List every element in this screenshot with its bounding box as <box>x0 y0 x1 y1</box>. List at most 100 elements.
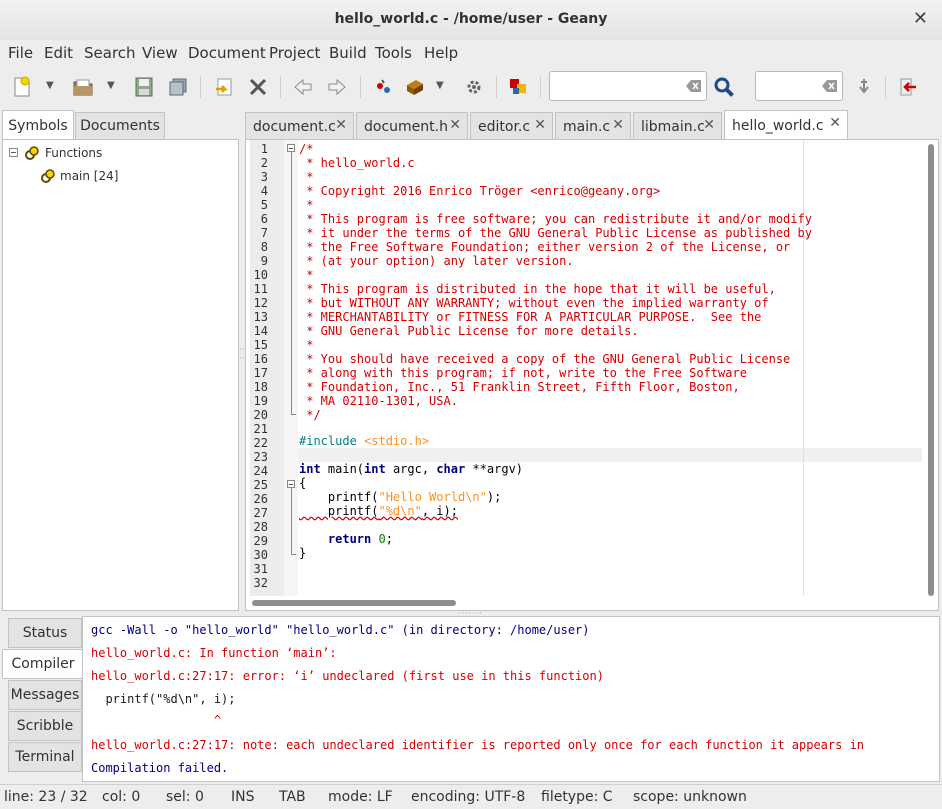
comment-line: * <box>299 338 314 352</box>
tab-close-icon[interactable]: ✕ <box>612 117 624 133</box>
tab-close-icon[interactable]: ✕ <box>829 115 841 131</box>
tab-messages[interactable]: Messages <box>8 680 82 710</box>
forward-icon[interactable] <box>324 74 350 100</box>
code-line-24: int main(int argc, char **argv) <box>299 462 523 476</box>
tab-label: document.h <box>364 118 448 135</box>
menu-search[interactable]: Search <box>84 44 136 62</box>
code-text: argc, <box>385 462 437 476</box>
code-text: printf( <box>299 504 379 518</box>
window-title: hello_world.c - /home/user - Geany <box>334 11 608 27</box>
tab-document-h[interactable]: document.h ✕ <box>356 112 468 140</box>
menu-build[interactable]: Build <box>329 44 367 62</box>
menu-view[interactable]: View <box>142 44 178 62</box>
search-input[interactable] <box>550 72 706 100</box>
keyword: int <box>364 462 386 476</box>
tab-status[interactable]: Status <box>8 618 82 648</box>
menu-tools[interactable]: Tools <box>375 44 412 62</box>
status-encoding: encoding: UTF-8 <box>411 789 526 805</box>
open-dropdown-icon[interactable]: ▼ <box>107 80 115 91</box>
line-number: 25 <box>253 478 268 492</box>
compiler-error[interactable]: hello_world.c:27:17: error: ‘i’ undeclar… <box>91 669 604 683</box>
tab-compiler[interactable]: Compiler <box>2 649 83 679</box>
new-dropdown-icon[interactable]: ▼ <box>46 80 54 91</box>
tab-close-icon[interactable]: ✕ <box>703 117 715 133</box>
tab-close-icon[interactable]: ✕ <box>534 117 546 133</box>
line-number: 14 <box>253 324 268 338</box>
horizontal-scrollbar[interactable] <box>252 600 456 606</box>
tab-label: libmain.c <box>641 118 705 135</box>
tab-main-c[interactable]: main.c ✕ <box>555 112 631 140</box>
tab-document-c[interactable]: document.c ✕ <box>245 112 354 140</box>
menu-file[interactable]: File <box>8 44 33 62</box>
fold-toggle-icon[interactable] <box>287 144 295 152</box>
goto-line-icon[interactable] <box>851 74 877 100</box>
status-eol-mode: mode: LF <box>328 789 393 805</box>
function-group-icon <box>25 146 39 160</box>
tab-editor-c[interactable]: editor.c ✕ <box>470 112 553 140</box>
line-number: 26 <box>253 492 268 506</box>
compiler-caret[interactable]: ^ <box>91 713 221 727</box>
line-number: 21 <box>253 422 268 436</box>
status-sel: sel: 0 <box>166 789 204 805</box>
status-insert-mode: INS <box>231 789 255 805</box>
status-scope: scope: unknown <box>633 789 747 805</box>
search-clear-icon[interactable] <box>686 79 702 93</box>
function-icon <box>41 169 55 183</box>
compiler-note[interactable]: hello_world.c:27:17: note: each undeclar… <box>91 738 864 752</box>
tree-item-main[interactable]: main [24] <box>60 169 118 183</box>
back-icon[interactable] <box>290 74 316 100</box>
keyword: char <box>436 462 466 476</box>
line-number: 16 <box>253 352 268 366</box>
line-number: 13 <box>253 310 268 324</box>
quit-icon[interactable] <box>895 74 921 100</box>
menu-help[interactable]: Help <box>424 44 458 62</box>
comment-line: * but WITHOUT ANY WARRANTY; without even… <box>299 296 769 310</box>
save-all-icon[interactable] <box>165 74 191 100</box>
vertical-scrollbar[interactable] <box>928 144 934 596</box>
line-number: 30 <box>253 548 268 562</box>
tab-documents[interactable]: Documents <box>75 112 165 140</box>
execute-icon[interactable] <box>461 74 487 100</box>
color-chooser-icon[interactable] <box>505 74 531 100</box>
tree-collapse-icon[interactable] <box>9 148 18 157</box>
compiler-message[interactable]: gcc -Wall -o "hello_world" "hello_world.… <box>91 623 590 637</box>
tab-libmain-c[interactable]: libmain.c ✕ <box>633 112 722 140</box>
compiler-message[interactable]: hello_world.c: In function ‘main’: <box>91 646 337 660</box>
code-line-26: printf("Hello World\n"); <box>299 490 501 504</box>
comment-line: * MA 02110-1301, USA. <box>299 394 458 408</box>
tab-close-icon[interactable]: ✕ <box>449 117 461 133</box>
window-close-icon[interactable]: ✕ <box>913 9 928 29</box>
compiler-source-line[interactable]: printf("%d\n", i); <box>91 692 235 706</box>
goto-clear-icon[interactable] <box>822 79 838 93</box>
keyword: return <box>327 532 372 546</box>
close-icon[interactable] <box>245 74 271 100</box>
compiler-result[interactable]: Compilation failed. <box>91 761 228 775</box>
comment-line: * Foundation, Inc., 51 Franklin Street, … <box>299 380 740 394</box>
comment-line: * You should have received a copy of the… <box>299 352 791 366</box>
build-dropdown-icon[interactable]: ▼ <box>436 80 444 91</box>
status-line: line: 23 / 32 <box>4 789 88 805</box>
tab-terminal[interactable]: Terminal <box>8 742 82 772</box>
menu-project[interactable]: Project <box>269 44 320 62</box>
status-col: col: 0 <box>102 789 141 805</box>
menu-document[interactable]: Document <box>188 44 266 62</box>
save-icon[interactable] <box>131 74 157 100</box>
compiler-output[interactable]: gcc -Wall -o "hello_world" "hello_world.… <box>82 616 940 782</box>
build-icon[interactable] <box>402 74 428 100</box>
compile-icon[interactable] <box>370 74 396 100</box>
search-icon[interactable] <box>711 74 737 100</box>
tab-hello-world-c[interactable]: hello_world.c ✕ <box>724 110 848 140</box>
menu-edit[interactable]: Edit <box>44 44 73 62</box>
fold-toggle-icon[interactable] <box>287 480 295 488</box>
code-editor[interactable]: 1 2 3 4 5 6 7 8 9 10 11 12 13 14 15 16 17 18 19 20 21 22 23 24 2… <box>245 139 939 611</box>
tab-symbols[interactable]: Symbols <box>2 110 74 140</box>
revert-icon[interactable] <box>211 74 237 100</box>
open-icon[interactable] <box>70 74 96 100</box>
comment-line: * GNU General Public License for more de… <box>299 324 639 338</box>
line-number: 18 <box>253 380 268 394</box>
tab-close-icon[interactable]: ✕ <box>335 117 347 133</box>
line-number: 23 <box>253 450 268 464</box>
new-icon[interactable] <box>9 74 35 100</box>
tab-scribble[interactable]: Scribble <box>8 711 82 741</box>
tree-group-functions[interactable]: Functions <box>45 146 102 160</box>
